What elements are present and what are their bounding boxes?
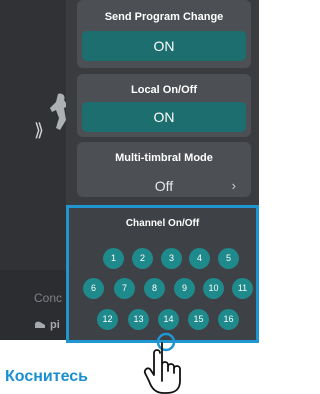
channel-button-7[interactable]: 7 [114,278,135,299]
hand-tap-icon [143,332,181,394]
channel-button-6[interactable]: 6 [83,278,104,299]
channel-on-off-title: Channel On/Off [125,218,200,229]
piano-icon [35,321,45,328]
multitimbral-mode-label: Multi-timbral Mode [115,152,213,164]
channel-button-12[interactable]: 12 [97,309,118,330]
multitimbral-mode-value-text: Off [154,178,174,194]
channel-button-10[interactable]: 10 [203,278,224,299]
local-on-off-toggle[interactable]: ON [82,102,246,132]
local-on-off-label: Local On/Off [131,84,197,96]
channel-button-14[interactable]: 14 [158,309,179,330]
channel-on-off-popup: Channel On/Off 1 2 3 4 5 6 7 8 9 10 11 1… [66,205,259,343]
send-program-change-toggle[interactable]: ON [82,31,246,61]
background-instrument-text: pi [50,319,60,331]
channel-button-15[interactable]: 15 [188,309,209,330]
channel-button-8[interactable]: 8 [144,278,165,299]
channel-button-4[interactable]: 4 [189,248,210,269]
double-chevron-icon[interactable]: ⟫ [34,121,44,139]
background-category-text: Conc [34,291,63,305]
local-on-off-setting: Local On/Off ON [77,74,251,137]
send-program-change-label: Send Program Change [104,11,224,23]
channel-button-2[interactable]: 2 [132,248,153,269]
multitimbral-mode-value[interactable]: Off › [82,171,246,201]
channel-button-16[interactable]: 16 [218,309,239,330]
send-program-change-setting: Send Program Change ON [77,0,251,68]
channel-button-9[interactable]: 9 [174,278,195,299]
chevron-right-icon: › [231,178,236,193]
channel-button-3[interactable]: 3 [161,248,182,269]
channel-button-1[interactable]: 1 [103,248,124,269]
channel-button-11[interactable]: 11 [232,278,253,299]
touch-caption: Коснитесь [5,368,88,385]
channel-button-5[interactable]: 5 [218,248,239,269]
channel-button-13[interactable]: 13 [128,309,149,330]
multitimbral-mode-setting[interactable]: Multi-timbral Mode Off › [77,142,251,197]
